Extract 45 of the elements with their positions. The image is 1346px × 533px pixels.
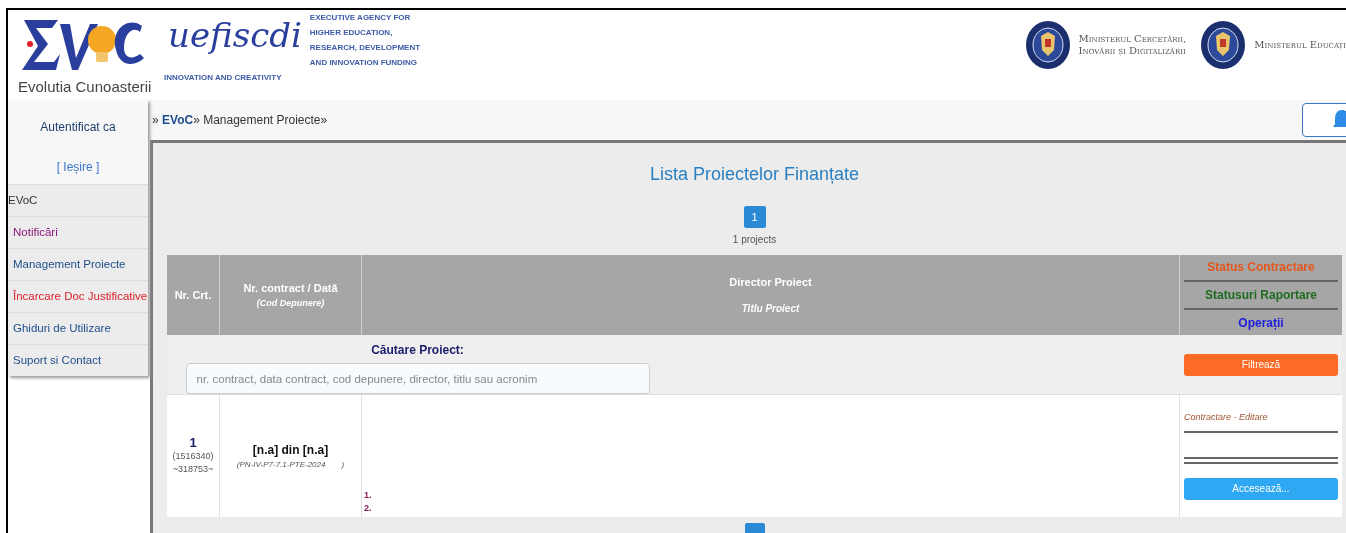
notification-button[interactable] xyxy=(1302,103,1346,137)
pagination-button[interactable] xyxy=(744,523,765,533)
column-header: Statusuri Raportare xyxy=(1205,287,1317,304)
evoc-caption: Evolutia Cunoasterii xyxy=(18,77,152,97)
breadcrumb: » EVoC» Management Proiecte» xyxy=(152,112,328,129)
breadcrumb-link[interactable]: EVoC xyxy=(162,113,194,127)
logout-link[interactable]: [ Ieșire ] xyxy=(56,158,100,176)
sidebar-item[interactable]: Suport si Contact xyxy=(8,344,148,376)
page-title: Lista Proiectelor Finanțate xyxy=(649,163,860,186)
sidebar-item[interactable]: Încarcare Doc Justificative xyxy=(8,280,148,312)
contract-number: [n.a] din [n.a] xyxy=(252,442,329,459)
ministry-name: Ministerul Educați xyxy=(1254,39,1346,51)
sidebar-item[interactable]: Ghiduri de Utilizare xyxy=(8,312,148,344)
submission-code-end: ) xyxy=(341,459,345,471)
column-header: Nr. contract / Dată xyxy=(243,281,338,296)
search-label: Căutare Proiect: xyxy=(371,342,464,359)
column-subheader: (Cod Depunere) xyxy=(256,296,325,310)
column-header: Operații xyxy=(1238,315,1284,332)
pagination-button[interactable]: 1 xyxy=(743,206,766,228)
auth-label: Autentificat ca xyxy=(40,119,116,136)
list-number: 1. xyxy=(364,489,373,502)
uefiscdi-tagline: INNOVATION AND CREATIVITY xyxy=(164,72,282,84)
uefiscdi-wordmark: uefiscdi xyxy=(167,14,302,57)
agency-name-line: HIGHER EDUCATION, xyxy=(309,27,394,39)
ministry-name: Inovării și Digitalizării xyxy=(1078,45,1187,57)
submission-code: (PN-IV-P7-7.1-PTE-2024 xyxy=(236,459,326,471)
row-number: 1 xyxy=(189,435,197,450)
project-id: (1516340) xyxy=(172,449,214,463)
agency-name-line: EXECUTIVE AGENCY FOR xyxy=(309,12,412,24)
project-code: ~318753~ xyxy=(172,463,214,476)
project-count: 1 projects xyxy=(732,233,777,247)
sidebar-item[interactable]: Management Proiecte xyxy=(8,248,148,280)
ministry-name: Ministerul Cercetării, xyxy=(1078,33,1187,45)
contract-edit-link[interactable]: Contractare - Editare xyxy=(1184,411,1338,425)
column-subheader: Titlu Proiect xyxy=(741,301,800,316)
government-seal-icon xyxy=(1200,20,1247,70)
search-field[interactable]: nr. contract, data contract, cod depunere, director, titlu sau acronim xyxy=(185,363,650,394)
sidebar-item[interactable]: EVoC xyxy=(8,184,148,216)
column-header: Director Proiect xyxy=(729,275,812,291)
sidebar-item[interactable]: Notificări xyxy=(8,216,148,248)
list-number: 2. xyxy=(364,502,373,515)
government-seal-icon xyxy=(1024,20,1071,70)
agency-name-line: AND INNOVATION FUNDING xyxy=(309,57,419,69)
column-header: Status Contractare xyxy=(1207,259,1315,276)
agency-name-line: RESEARCH, DEVELOPMENT xyxy=(309,42,421,54)
